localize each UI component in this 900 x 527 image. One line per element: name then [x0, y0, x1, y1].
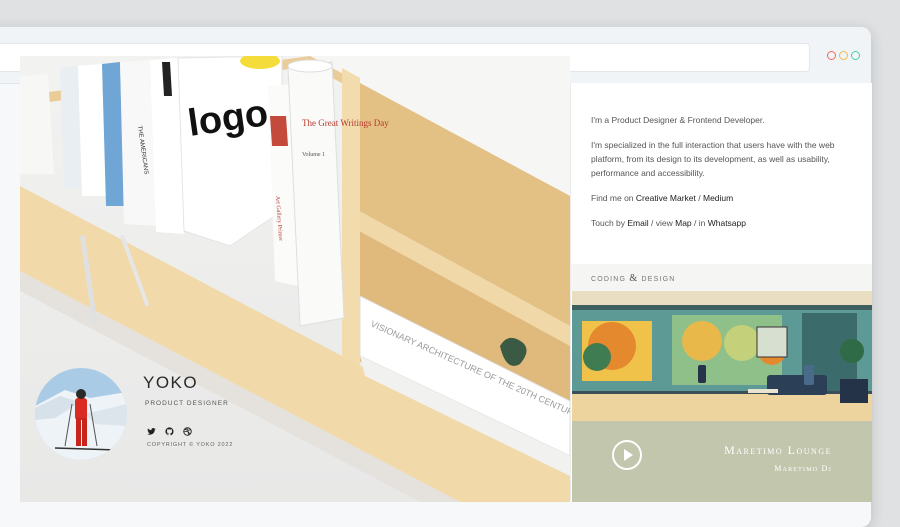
dribbble-icon[interactable] — [183, 423, 192, 436]
avatar — [35, 368, 127, 460]
play-icon[interactable] — [612, 440, 642, 470]
book-title: The Great Writings Day — [302, 118, 389, 128]
github-icon[interactable] — [165, 423, 174, 436]
bio: I'm a Product Designer & Frontend Develo… — [591, 113, 853, 241]
twitter-icon[interactable] — [147, 423, 156, 435]
maximize-dot[interactable] — [851, 51, 860, 60]
creative-market-link[interactable]: Creative Market — [636, 193, 696, 203]
map-link[interactable]: Map — [675, 218, 692, 228]
whatsapp-link[interactable]: Whatsapp — [708, 218, 746, 228]
close-dot[interactable] — [827, 51, 836, 60]
bio-touch: Touch by Email / view Map / in Whatsapp — [591, 218, 746, 228]
bio-specialized: I'm specialized in the full interaction … — [591, 140, 835, 178]
profile-role: PRODUCT DESIGNER — [145, 400, 229, 407]
profile-name: YOKO — [143, 373, 199, 392]
medium-link[interactable]: Medium — [703, 193, 733, 203]
music-player: Maretimo Lounge Maretimo Dj — [572, 421, 872, 502]
lounge-illustration — [572, 291, 872, 421]
svg-text:The Great Writings Day: The Great Writings Day — [302, 118, 389, 128]
book-volume: Volume 1 — [302, 152, 325, 158]
track-title: Maretimo Lounge — [724, 443, 832, 457]
album-artwork — [572, 291, 872, 421]
info-panel: I'm a Product Designer & Frontend Develo… — [570, 83, 872, 502]
window-controls — [827, 51, 860, 60]
bio-intro: I'm a Product Designer & Frontend Develo… — [591, 115, 765, 125]
section-header: coding & design — [571, 264, 872, 291]
minimize-dot[interactable] — [839, 51, 848, 60]
track-artist: Maretimo Dj — [774, 464, 832, 473]
copyright: COPYRIGHT © YOKO 2022 — [147, 442, 234, 448]
social-links — [147, 423, 192, 436]
skier-photo — [35, 368, 127, 460]
email-link[interactable]: Email — [627, 218, 648, 228]
bio-find: Find me on Creative Market / Medium — [591, 193, 734, 203]
